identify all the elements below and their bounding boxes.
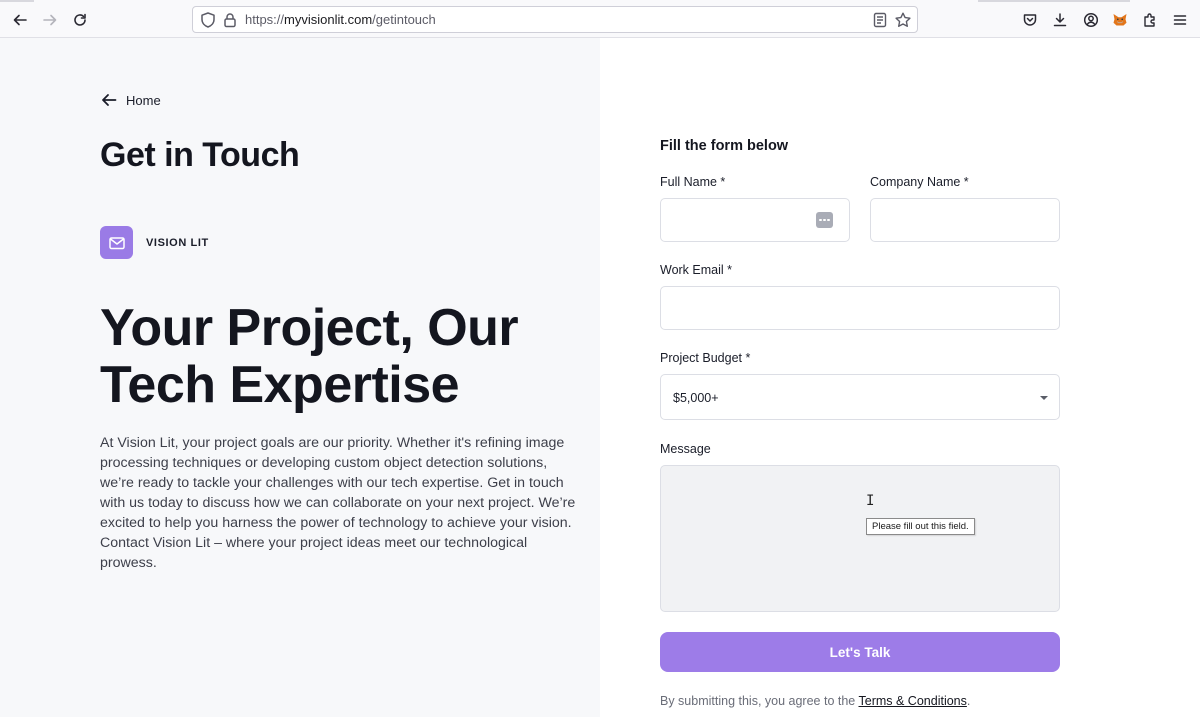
reader-view-icon[interactable] — [871, 11, 889, 29]
message-textarea[interactable]: I Please fill out this field. — [660, 465, 1060, 612]
brand-row: VISION LIT — [100, 226, 209, 259]
downloads-icon[interactable] — [1048, 8, 1072, 32]
project-budget-label: Project Budget * — [660, 351, 751, 365]
validation-tooltip: Please fill out this field. — [866, 518, 975, 535]
terms-notice: By submitting this, you agree to the Ter… — [660, 694, 970, 708]
terms-link[interactable]: Terms & Conditions — [859, 694, 967, 708]
contact-form-panel: Fill the form below Full Name * Company … — [600, 38, 1200, 717]
text-cursor-icon: I — [866, 493, 875, 509]
tab-strip-edge — [0, 0, 1200, 3]
work-email-input[interactable] — [661, 287, 1059, 329]
form-heading: Fill the form below — [660, 138, 789, 154]
company-name-field[interactable] — [870, 198, 1060, 242]
hero-title-line-2: Tech Expertise — [100, 356, 460, 414]
menu-icon[interactable] — [1168, 8, 1192, 32]
brand-name: VISION LIT — [146, 236, 209, 249]
project-budget-value[interactable]: $5,000+ — [673, 391, 719, 405]
hero-title: Your Project, Our Tech Expertise — [100, 300, 570, 414]
home-link[interactable]: Home — [100, 91, 161, 109]
forward-icon[interactable] — [38, 8, 62, 32]
lets-talk-button[interactable]: Let's Talk — [660, 632, 1060, 672]
terms-prefix: By submitting this, you agree to the — [660, 694, 859, 708]
company-name-input[interactable] — [871, 199, 1059, 241]
full-name-field[interactable] — [660, 198, 850, 242]
work-email-label: Work Email * — [660, 263, 733, 277]
work-email-field[interactable] — [660, 286, 1060, 330]
hero-title-line-1: Your Project, Our — [100, 299, 519, 357]
url-text[interactable]: https://myvisionlit.com/getintouch — [245, 12, 436, 27]
bookmark-star-icon[interactable] — [894, 11, 912, 29]
pocket-icon[interactable] — [1018, 8, 1042, 32]
intro-paragraph: At Vision Lit, your project goals are ou… — [100, 435, 576, 571]
project-budget-select[interactable]: $5,000+ — [660, 374, 1060, 420]
full-name-label: Full Name * — [660, 175, 726, 189]
terms-suffix: . — [966, 694, 971, 708]
shield-icon[interactable] — [199, 11, 217, 29]
address-bar[interactable]: https://myvisionlit.com/getintouch — [192, 6, 918, 33]
home-link-label[interactable]: Home — [126, 93, 161, 108]
extensions-icon[interactable] — [1138, 8, 1162, 32]
arrow-left-icon — [102, 94, 117, 106]
metamask-fox-icon[interactable] — [1108, 8, 1132, 32]
password-manager-icon[interactable] — [816, 212, 833, 228]
chevron-down-icon[interactable] — [1040, 396, 1048, 400]
browser-toolbar: https://myvisionlit.com/getintouch — [0, 0, 1200, 38]
page-title: Get in Touch — [100, 136, 300, 174]
back-icon[interactable] — [8, 8, 32, 32]
lock-icon[interactable] — [221, 11, 239, 29]
reload-icon[interactable] — [68, 8, 92, 32]
company-name-label: Company Name * — [870, 175, 969, 189]
mail-icon — [100, 226, 133, 259]
message-label: Message — [660, 442, 711, 456]
intro-panel: Home Get in Touch VISION LIT Your Projec… — [0, 38, 600, 717]
account-icon[interactable] — [1079, 8, 1103, 32]
